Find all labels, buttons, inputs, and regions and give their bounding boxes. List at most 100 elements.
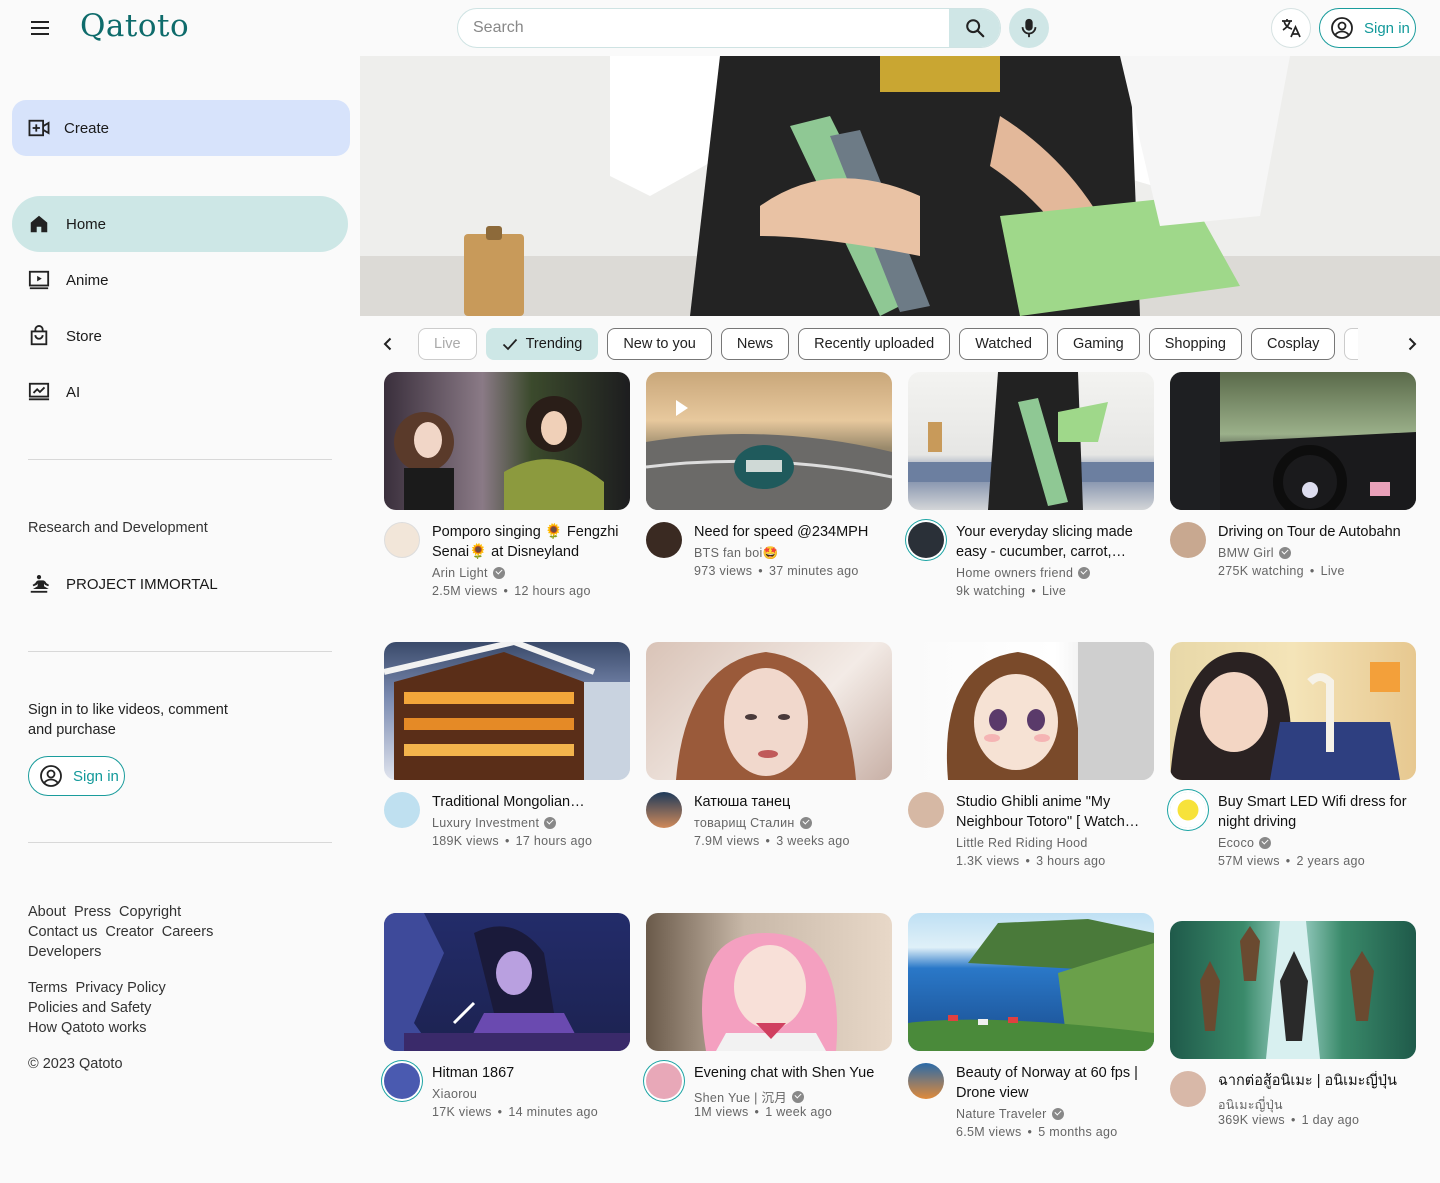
chip-news[interactable]: News <box>720 328 790 360</box>
view-count: 973 views <box>694 564 753 578</box>
channel-avatar[interactable] <box>908 522 944 558</box>
sidebar-item-anime[interactable]: Anime <box>12 252 348 308</box>
view-count: 6.5M views <box>956 1125 1022 1139</box>
video-title[interactable]: Beauty of Norway at 60 fps | Drone view <box>956 1063 1154 1103</box>
channel-label: Little Red Riding Hood <box>956 836 1088 850</box>
channel-name[interactable]: Xiaorou <box>432 1087 477 1101</box>
chip-shopping[interactable]: Shopping <box>1148 328 1242 360</box>
chip-new-to-you[interactable]: New to you <box>607 328 712 360</box>
video-thumbnail[interactable] <box>1170 372 1416 510</box>
channel-name[interactable]: Shen Yue | 沉月 <box>694 1087 805 1106</box>
chips-scroll-right-button[interactable] <box>1396 328 1428 360</box>
channel-avatar[interactable] <box>908 1063 944 1099</box>
video-title[interactable]: ฉากต่อสู้อนิเมะ | อนิเมะญี่ปุ่น <box>1218 1071 1416 1091</box>
footer-link-copyright[interactable]: Copyright <box>119 904 181 920</box>
channel-name[interactable]: Little Red Riding Hood <box>956 836 1088 850</box>
channel-name[interactable]: Arin Light <box>432 566 505 580</box>
voice-search-button[interactable] <box>1009 8 1049 48</box>
chip-live[interactable]: Live <box>418 328 477 360</box>
chip-gaming[interactable]: Gaming <box>1056 328 1140 360</box>
channel-avatar[interactable] <box>646 792 682 828</box>
channel-avatar[interactable] <box>908 792 944 828</box>
sidebar-sign-in-button[interactable]: Sign in <box>28 756 125 796</box>
sidebar-item-home[interactable]: Home <box>12 196 348 252</box>
channel-name[interactable]: Home owners friend <box>956 566 1091 580</box>
channel-avatar[interactable] <box>384 1063 420 1099</box>
verified-badge-icon <box>1259 837 1272 849</box>
video-thumbnail[interactable] <box>1170 921 1416 1059</box>
chip-more[interactable]: M <box>1344 328 1358 360</box>
video-title[interactable]: Pomporo singing 🌻 Fengzhi Senai🌻 at Disn… <box>432 522 630 562</box>
video-meta: Evening chat with Shen Yue Shen Yue | 沉月… <box>646 1063 892 1153</box>
video-thumbnail[interactable] <box>1170 642 1416 780</box>
chip-trending[interactable]: Trending <box>485 328 599 360</box>
video-title[interactable]: Buy Smart LED Wifi dress for night drivi… <box>1218 792 1416 832</box>
channel-name[interactable]: BTS fan boi🤩 <box>694 546 778 561</box>
video-title[interactable]: Your everyday slicing made easy - cucumb… <box>956 522 1154 562</box>
channel-avatar[interactable] <box>646 522 682 558</box>
menu-icon[interactable] <box>24 14 56 42</box>
channel-name[interactable]: BMW Girl <box>1218 546 1291 560</box>
video-thumbnail[interactable] <box>646 913 892 1051</box>
view-count: 7.9M views <box>694 834 760 848</box>
video-thumbnail[interactable] <box>384 642 630 780</box>
search-button[interactable] <box>949 9 1000 47</box>
sidebar-item-ai[interactable]: AI <box>12 364 348 420</box>
video-thumbnail[interactable] <box>908 913 1154 1051</box>
chip-recently-uploaded[interactable]: Recently uploaded <box>798 328 951 360</box>
video-title[interactable]: Studio Ghibli anime "My Neighbour Totoro… <box>956 792 1154 832</box>
channel-name[interactable]: Nature Traveler <box>956 1107 1064 1121</box>
view-count: 9k watching <box>956 584 1026 598</box>
search-input[interactable] <box>458 9 950 47</box>
featured-video-player[interactable] <box>360 56 1440 316</box>
footer-link-press[interactable]: Press <box>74 904 111 920</box>
video-stats: 7.9M views • 3 weeks ago <box>694 834 850 848</box>
video-thumbnail[interactable] <box>646 642 892 780</box>
upload-time: 14 minutes ago <box>508 1105 599 1119</box>
channel-avatar[interactable] <box>384 522 420 558</box>
video-meta: Hitman 1867 Xiaorou 17K views • 14 minutes… <box>384 1063 630 1153</box>
footer-link-about[interactable]: About <box>28 904 66 920</box>
create-button[interactable]: Create <box>12 100 350 156</box>
channel-name[interactable]: Luxury Investment <box>432 816 557 830</box>
video-thumbnail[interactable] <box>908 372 1154 510</box>
footer-link-terms[interactable]: Terms <box>28 980 67 996</box>
chip-cosplay[interactable]: Cosplay <box>1251 328 1336 360</box>
footer-link-careers[interactable]: Careers <box>162 924 214 940</box>
video-title[interactable]: Need for speed @234MPH <box>694 522 892 542</box>
sidebar-item-project-immortal[interactable]: PROJECT IMMORTAL <box>12 556 348 612</box>
channel-name[interactable]: อนิเมะญี่ปุ่น <box>1218 1095 1283 1115</box>
channel-avatar[interactable] <box>1170 1071 1206 1107</box>
channel-label: Ecoco <box>1218 836 1255 850</box>
channel-label: Arin Light <box>432 566 488 580</box>
video-thumbnail[interactable] <box>908 642 1154 780</box>
chips-scroll-left-button[interactable] <box>372 328 404 360</box>
footer-link-contact[interactable]: Contact us <box>28 924 97 940</box>
footer-link-creator[interactable]: Creator <box>105 924 153 940</box>
video-title[interactable]: Катюша танец <box>694 792 892 812</box>
video-thumbnail[interactable] <box>646 372 892 510</box>
chip-watched[interactable]: Watched <box>959 328 1048 360</box>
video-thumbnail[interactable] <box>384 372 630 510</box>
sign-in-button[interactable]: Sign in <box>1319 8 1416 48</box>
video-title[interactable]: Traditional Mongolian Architecture <box>432 792 630 812</box>
sidebar-item-store[interactable]: Store <box>12 308 348 364</box>
footer-link-how-it-works[interactable]: How Qatoto works <box>28 1020 146 1036</box>
channel-avatar[interactable] <box>1170 792 1206 828</box>
channel-name[interactable]: товарищ Сталин <box>694 816 812 830</box>
video-title[interactable]: Evening chat with Shen Yue <box>694 1063 892 1083</box>
logo[interactable]: Qatoto <box>80 8 189 44</box>
footer-link-policies[interactable]: Policies and Safety <box>28 1000 151 1016</box>
footer-link-developers[interactable]: Developers <box>28 944 101 960</box>
video-title[interactable]: Driving on Tour de Autobahn <box>1218 522 1416 542</box>
sign-in-label: Sign in <box>73 767 119 785</box>
channel-avatar[interactable] <box>1170 522 1206 558</box>
translate-button[interactable] <box>1271 8 1311 48</box>
video-card: Need for speed @234MPH BTS fan boi🤩 973 … <box>646 372 892 612</box>
channel-avatar[interactable] <box>646 1063 682 1099</box>
channel-name[interactable]: Ecoco <box>1218 836 1272 850</box>
channel-avatar[interactable] <box>384 792 420 828</box>
video-title[interactable]: Hitman 1867 <box>432 1063 630 1083</box>
video-thumbnail[interactable] <box>384 913 630 1051</box>
footer-link-privacy[interactable]: Privacy Policy <box>76 980 166 996</box>
